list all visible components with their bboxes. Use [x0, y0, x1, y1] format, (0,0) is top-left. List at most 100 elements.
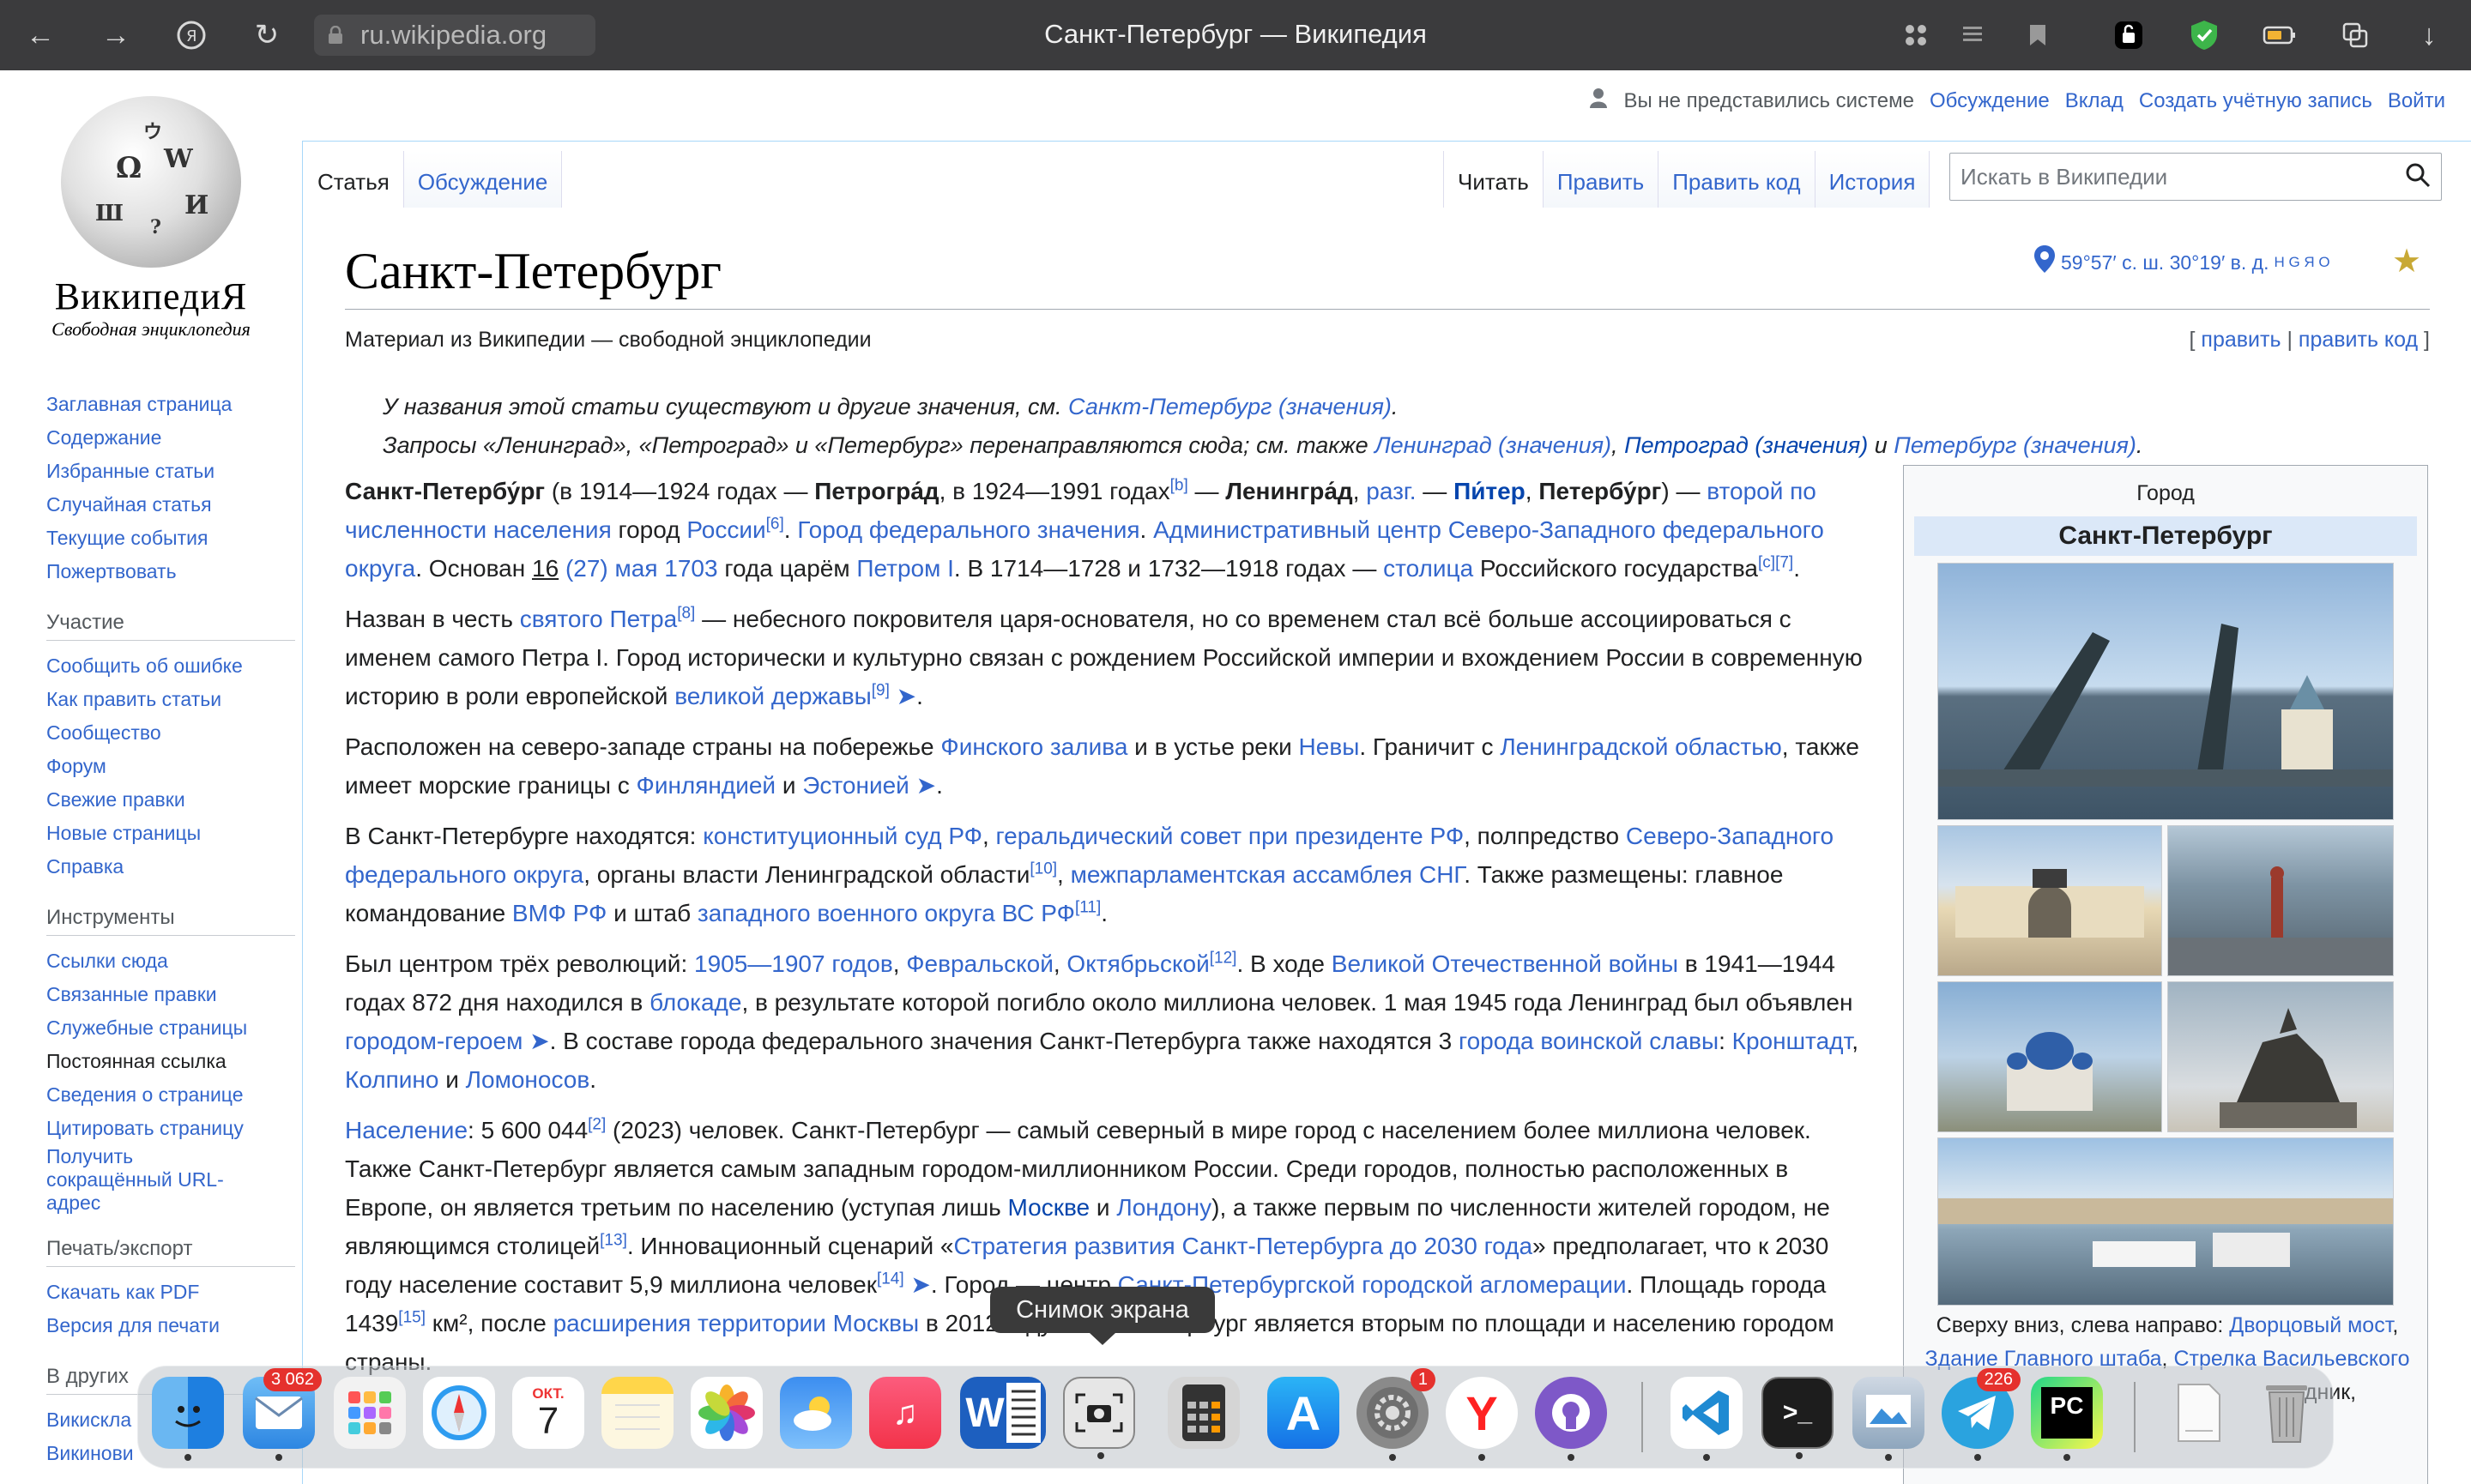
sidebar-item-contents[interactable]: Содержание	[46, 421, 295, 455]
article-link[interactable]: города воинской славы	[1459, 1028, 1719, 1054]
footnote-link[interactable]: [9]	[872, 682, 890, 700]
sidebar-item-current-events[interactable]: Текущие события	[46, 522, 295, 555]
article-link[interactable]: столица	[1383, 555, 1473, 582]
bookmark-icon[interactable]	[2018, 15, 2057, 55]
sidebar-item-special-pages[interactable]: Служебные страницы	[46, 1011, 295, 1045]
photo-general-staff[interactable]	[1937, 825, 2162, 976]
article-link[interactable]: конституционный суд РФ	[703, 823, 982, 849]
edit-source-link[interactable]: править код	[2299, 328, 2418, 352]
tab-edit[interactable]: Править	[1543, 151, 1659, 208]
music-icon[interactable]: ♫	[869, 1377, 941, 1449]
article-link[interactable]: Кронштадт	[1732, 1028, 1852, 1054]
download-icon[interactable]: ↓	[2409, 15, 2449, 55]
article-link[interactable]: ➤	[897, 683, 916, 709]
footnote-link[interactable]: [b]	[1170, 477, 1188, 495]
article-link[interactable]: Население	[345, 1117, 468, 1143]
article-link[interactable]: Февральской	[906, 950, 1054, 977]
footnote-link[interactable]: [7]	[1775, 554, 1793, 572]
article-link[interactable]: Город федерального значения	[797, 516, 1139, 543]
telegram-icon[interactable]: 226	[1942, 1368, 2021, 1461]
article-link[interactable]: Финляндией	[637, 772, 776, 799]
sidebar-item-recent-changes[interactable]: Свежие правки	[46, 783, 295, 817]
footnote-link[interactable]: [14]	[877, 1270, 904, 1288]
hatnote-link-disambig[interactable]: Санкт-Петербург (значения)	[1068, 394, 1392, 419]
article-link[interactable]: 1905—1907 годов	[694, 950, 893, 977]
calendar-icon[interactable]: ОКТ. 7	[512, 1377, 584, 1449]
footnote-link[interactable]: [2]	[588, 1116, 606, 1134]
wikipedia-logo[interactable]: Ω W ウ И Ш ? ВикипедиЯ Свободная энциклоп…	[31, 96, 271, 340]
sidebar-item-main[interactable]: Заглавная страница	[46, 388, 295, 421]
sidebar-item-whatlinkshere[interactable]: Ссылки сюда	[46, 944, 295, 978]
article-link[interactable]: России	[686, 516, 765, 543]
word-icon[interactable]: W	[960, 1377, 1046, 1449]
footnote-link[interactable]: [8]	[677, 605, 695, 623]
sidebar-item-pdf[interactable]: Скачать как PDF	[46, 1276, 295, 1309]
app-store-icon[interactable]: A	[1267, 1377, 1339, 1449]
article-link[interactable]: западного военного округа ВС РФ	[698, 900, 1075, 926]
photo-palace-bridge[interactable]	[1937, 563, 2394, 820]
caption-link-palace-bridge[interactable]: Дворцовый мост	[2229, 1313, 2392, 1337]
footnote-link[interactable]: [10]	[1030, 860, 1057, 878]
search-icon[interactable]	[2405, 162, 2431, 195]
article-link[interactable]: Петром I	[856, 555, 954, 582]
sidebar-item-page-info[interactable]: Сведения о странице	[46, 1078, 295, 1112]
hatnote-link-petrograd[interactable]: Петроград (значения)	[1624, 432, 1868, 458]
article-link[interactable]: Москве	[1008, 1194, 1091, 1221]
search-input[interactable]: Искать в Википедии	[1949, 153, 2442, 201]
article-link[interactable]: Стратегия развития Санкт-Петербурга до 2…	[953, 1233, 1532, 1259]
yandex-icon[interactable]: Я	[172, 15, 211, 55]
launchpad-icon[interactable]	[334, 1377, 406, 1449]
notes-icon[interactable]	[601, 1377, 674, 1449]
sidebar-item-forum[interactable]: Форум	[46, 750, 295, 783]
hatnote-link-peterburg[interactable]: Петербург (значения)	[1894, 432, 2136, 458]
article-link[interactable]: Колпино	[345, 1066, 438, 1093]
document-stack-icon[interactable]	[2163, 1377, 2235, 1449]
screenshot-icon[interactable]	[1063, 1377, 1135, 1459]
tab-edit-source[interactable]: Править код	[1658, 151, 1815, 208]
tab-article[interactable]: Статья	[304, 151, 404, 208]
photo-trinity-cathedral[interactable]	[1937, 981, 2162, 1132]
create-account-link[interactable]: Создать учётную запись	[2139, 89, 2372, 113]
sidebar-item-permalink[interactable]: Постоянная ссылка	[46, 1045, 295, 1078]
extensions-icon[interactable]	[2335, 15, 2375, 55]
article-link[interactable]: геральдический совет при президенте РФ	[996, 823, 1465, 849]
weather-icon[interactable]	[780, 1377, 852, 1449]
sidebar-item-featured[interactable]: Избранные статьи	[46, 455, 295, 488]
footnote-link[interactable]: [15]	[398, 1309, 426, 1327]
sidebar-item-random[interactable]: Случайная статья	[46, 488, 295, 522]
system-settings-icon[interactable]: 1	[1356, 1368, 1435, 1461]
article-link[interactable]: ВМФ РФ	[512, 900, 607, 926]
article-link[interactable]: межпарламентская ассамблея СНГ	[1071, 861, 1465, 888]
footnote-link[interactable]: [c]	[1758, 554, 1775, 572]
article-link[interactable]: ➤	[916, 772, 936, 799]
grid-icon[interactable]	[1896, 15, 1936, 55]
article-link[interactable]: Пи́тер	[1453, 478, 1525, 504]
photo-bronze-horseman[interactable]	[2167, 981, 2394, 1132]
photo-panorama[interactable]	[1937, 1137, 2394, 1306]
safari-icon[interactable]	[423, 1377, 495, 1449]
login-link[interactable]: Войти	[2388, 89, 2445, 113]
reload-icon[interactable]: ↻	[247, 15, 287, 55]
user-contrib-link[interactable]: Вклад	[2065, 89, 2124, 113]
photo-strelka[interactable]	[2167, 825, 2394, 976]
photos-icon[interactable]	[691, 1377, 763, 1449]
yandex-browser-icon[interactable]: Y	[1446, 1377, 1518, 1461]
sidebar-item-related-changes[interactable]: Связанные правки	[46, 978, 295, 1011]
finder-icon[interactable]	[152, 1377, 224, 1461]
footnote-link[interactable]: [12]	[1210, 950, 1237, 968]
sidebar-item-short-url[interactable]: Получить сокращённый URL-адрес	[46, 1145, 295, 1215]
github-desktop-icon[interactable]	[1535, 1377, 1607, 1461]
footnote-link[interactable]: [6]	[766, 516, 784, 534]
user-talk-link[interactable]: Обсуждение	[1930, 89, 2050, 113]
sidebar-item-how-to-edit[interactable]: Как править статьи	[46, 683, 295, 716]
footnote-link[interactable]: [13]	[600, 1232, 627, 1250]
sidebar-item-donate[interactable]: Пожертвовать	[46, 555, 295, 588]
vscode-icon[interactable]	[1670, 1377, 1743, 1461]
forward-icon[interactable]: →	[96, 15, 136, 55]
sidebar-item-printable[interactable]: Версия для печати	[46, 1309, 295, 1342]
article-link[interactable]: ➤	[910, 1271, 930, 1298]
sidebar-item-report-error[interactable]: Сообщить об ошибке	[46, 649, 295, 683]
article-link[interactable]: Великой Отечественной войны	[1332, 950, 1678, 977]
coordinates-map-links[interactable]: H G Я O	[2274, 254, 2329, 271]
mail-icon[interactable]: 3 062	[243, 1368, 322, 1461]
